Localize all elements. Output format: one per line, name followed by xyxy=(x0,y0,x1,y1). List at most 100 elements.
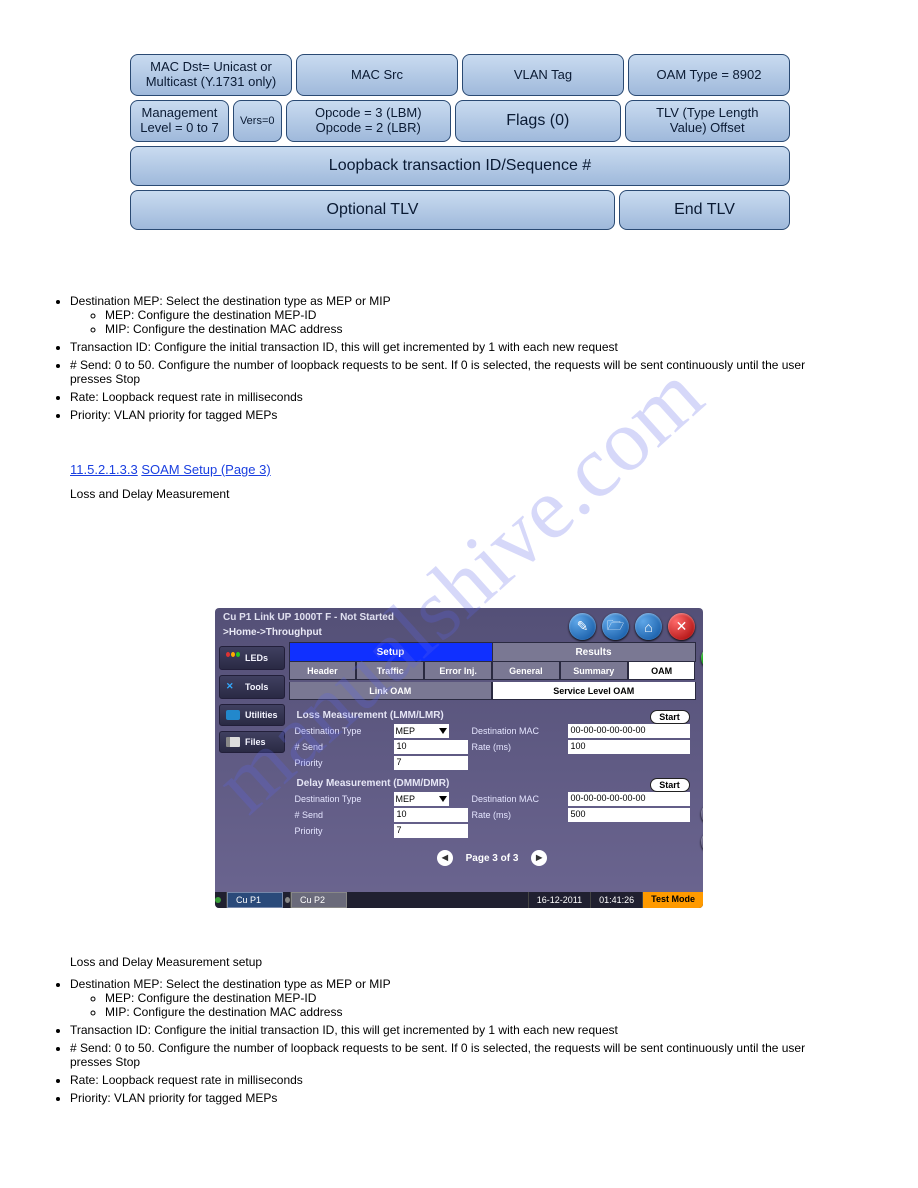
footer-date: 16-12-2011 xyxy=(529,892,591,908)
delay-rate-label: Rate (ms) xyxy=(472,808,564,822)
loss-rate-field[interactable]: 100 xyxy=(568,740,690,754)
tab-service-level-oam[interactable]: Service Level OAM xyxy=(492,682,696,700)
loss-dest-mac-label: Destination MAC xyxy=(472,724,564,738)
bullet2-mip: MIP: Configure the destination MAC addre… xyxy=(105,1005,840,1019)
loss-priority-field[interactable]: 7 xyxy=(394,756,468,770)
packet-diagram: MAC Dst= Unicast or Multicast (Y.1731 on… xyxy=(130,54,790,234)
delay-priority-label: Priority xyxy=(295,824,390,838)
footer-bar: Cu P1 Cu P2 16-12-2011 01:41:26 Test Mod… xyxy=(215,892,703,908)
sidebar-item-label: Tools xyxy=(245,682,268,692)
loss-header: Loss Measurement (LMM/LMR) Start xyxy=(297,710,690,721)
loss-send-field[interactable]: 10 xyxy=(394,740,468,754)
tab-traffic[interactable]: Traffic xyxy=(356,662,424,680)
delay-dest-mac-label: Destination MAC xyxy=(472,792,564,806)
tab-general[interactable]: General xyxy=(492,662,560,680)
section1-body: Destination MEP: Select the destination … xyxy=(70,290,840,501)
status-dot-icon xyxy=(215,897,221,903)
sidebar-item-label: Files xyxy=(245,737,266,747)
mx-discover-button[interactable]: MX Discover xyxy=(701,803,703,825)
bullet-rate: Rate: Loopback request rate in milliseco… xyxy=(70,390,840,404)
start-button[interactable]: Start xyxy=(701,647,703,669)
pager: ◄ Page 3 of 3 ► xyxy=(295,850,690,866)
delay-priority-field[interactable]: 7 xyxy=(394,824,468,838)
tools-icon: ✕ xyxy=(226,681,240,693)
sidebar-item-label: LEDs xyxy=(245,653,268,663)
delay-rate-field[interactable]: 500 xyxy=(568,808,690,822)
sidebar-item-utilities[interactable]: Utilities xyxy=(219,704,285,726)
bullet2-rate: Rate: Loopback request rate in milliseco… xyxy=(70,1073,840,1087)
bullet2-priority: Priority: VLAN priority for tagged MEPs xyxy=(70,1091,840,1105)
chevron-down-icon xyxy=(439,796,447,802)
loss-start-button[interactable]: Start xyxy=(650,710,690,724)
pager-label: Page 3 of 3 xyxy=(466,853,519,864)
footer-port1[interactable]: Cu P1 xyxy=(227,892,283,908)
footer-port2[interactable]: Cu P2 xyxy=(291,892,347,908)
pager-next-button[interactable]: ► xyxy=(531,850,547,866)
tab-oam[interactable]: OAM xyxy=(628,662,696,680)
diag-version: Vers=0 xyxy=(233,100,282,142)
tab-error-inj[interactable]: Error Inj. xyxy=(424,662,492,680)
device-screenshot: Cu P1 Link UP 1000T F - Not Started >Hom… xyxy=(215,608,703,908)
tab-header[interactable]: Header xyxy=(289,662,357,680)
diag-mgmt-level: Management Level = 0 to 7 xyxy=(130,100,229,142)
bullet2-send: # Send: 0 to 50. Configure the number of… xyxy=(70,1041,840,1069)
loss-dest-mac-field[interactable]: 00-00-00-00-00-00 xyxy=(568,724,690,738)
loss-send-label: # Send xyxy=(295,740,390,754)
section2-body: Loss and Delay Measurement setup Destina… xyxy=(70,955,840,1109)
close-icon[interactable]: ✕ xyxy=(668,613,695,640)
diag-mac-dst: MAC Dst= Unicast or Multicast (Y.1731 on… xyxy=(130,54,292,96)
loss-dest-type-label: Destination Type xyxy=(295,724,390,738)
loss-rate-label: Rate (ms) xyxy=(472,740,564,754)
sidebar-item-leds[interactable]: LEDs xyxy=(219,646,285,670)
tab-setup[interactable]: Setup xyxy=(289,642,493,662)
loss-priority-label: Priority xyxy=(295,756,390,770)
loss-dest-type-select[interactable]: MEP xyxy=(394,724,449,738)
delay-dest-type-select[interactable]: MEP xyxy=(394,792,449,806)
para-loss-delay: Loss and Delay Measurement xyxy=(70,487,840,501)
section-number-link[interactable]: 11.5.2.1.3.3 xyxy=(70,462,138,477)
delay-send-field[interactable]: 10 xyxy=(394,808,468,822)
folder-icon[interactable]: 🗁 xyxy=(602,613,629,640)
delay-dest-mac-field[interactable]: 00-00-00-00-00-00 xyxy=(568,792,690,806)
sidebar-item-files[interactable]: Files xyxy=(219,731,285,753)
diag-mac-src: MAC Src xyxy=(296,54,458,96)
files-icon xyxy=(226,737,240,747)
section-title-link[interactable]: SOAM Setup (Page 3) xyxy=(141,462,270,477)
diag-end-tlv: End TLV xyxy=(619,190,790,230)
footer-time: 01:41:26 xyxy=(591,892,643,908)
bullet-dest-mep: Destination MEP: Select the destination … xyxy=(70,294,840,336)
diag-tlv-offset: TLV (Type Length Value) Offset xyxy=(625,100,791,142)
bullet2-dest-mep: Destination MEP: Select the destination … xyxy=(70,977,840,1019)
sidebar-item-tools[interactable]: ✕ Tools xyxy=(219,675,285,699)
delay-start-button[interactable]: Start xyxy=(650,778,690,792)
control-button[interactable]: Control xyxy=(701,831,703,853)
chevron-down-icon xyxy=(439,728,447,734)
diag-optional-tlv: Optional TLV xyxy=(130,190,615,230)
section2-intro: Loss and Delay Measurement setup xyxy=(70,955,840,969)
bullet-send: # Send: 0 to 50. Configure the number of… xyxy=(70,358,840,386)
tab-link-oam[interactable]: Link OAM xyxy=(289,682,493,700)
home-icon[interactable]: ⌂ xyxy=(635,613,662,640)
pager-prev-button[interactable]: ◄ xyxy=(437,850,453,866)
delay-header: Delay Measurement (DMM/DMR) Start xyxy=(297,778,690,789)
leds-icon xyxy=(226,652,240,664)
diag-vlan-tag: VLAN Tag xyxy=(462,54,624,96)
diag-oam-type: OAM Type = 8902 xyxy=(628,54,790,96)
bullet-priority: Priority: VLAN priority for tagged MEPs xyxy=(70,408,840,422)
bullet2-trans-id: Transaction ID: Configure the initial tr… xyxy=(70,1023,840,1037)
diag-opcode: Opcode = 3 (LBM) Opcode = 2 (LBR) xyxy=(286,100,452,142)
bullet-trans-id: Transaction ID: Configure the initial tr… xyxy=(70,340,840,354)
tab-results[interactable]: Results xyxy=(493,642,696,662)
sidebar: LEDs ✕ Tools Utilities Files xyxy=(215,642,289,894)
diag-flags: Flags (0) xyxy=(455,100,621,142)
sidebar-item-label: Utilities xyxy=(245,710,278,720)
pen-icon[interactable]: ✎ xyxy=(569,613,596,640)
bullet-mep: MEP: Configure the destination MEP-ID xyxy=(105,308,840,322)
tab-summary[interactable]: Summary xyxy=(560,662,628,680)
delay-dest-type-label: Destination Type xyxy=(295,792,390,806)
bullet-mip: MIP: Configure the destination MAC addre… xyxy=(105,322,840,336)
bullet2-mep: MEP: Configure the destination MEP-ID xyxy=(105,991,840,1005)
utilities-icon xyxy=(226,710,240,720)
footer-test-mode: Test Mode xyxy=(643,892,703,908)
delay-send-label: # Send xyxy=(295,808,390,822)
